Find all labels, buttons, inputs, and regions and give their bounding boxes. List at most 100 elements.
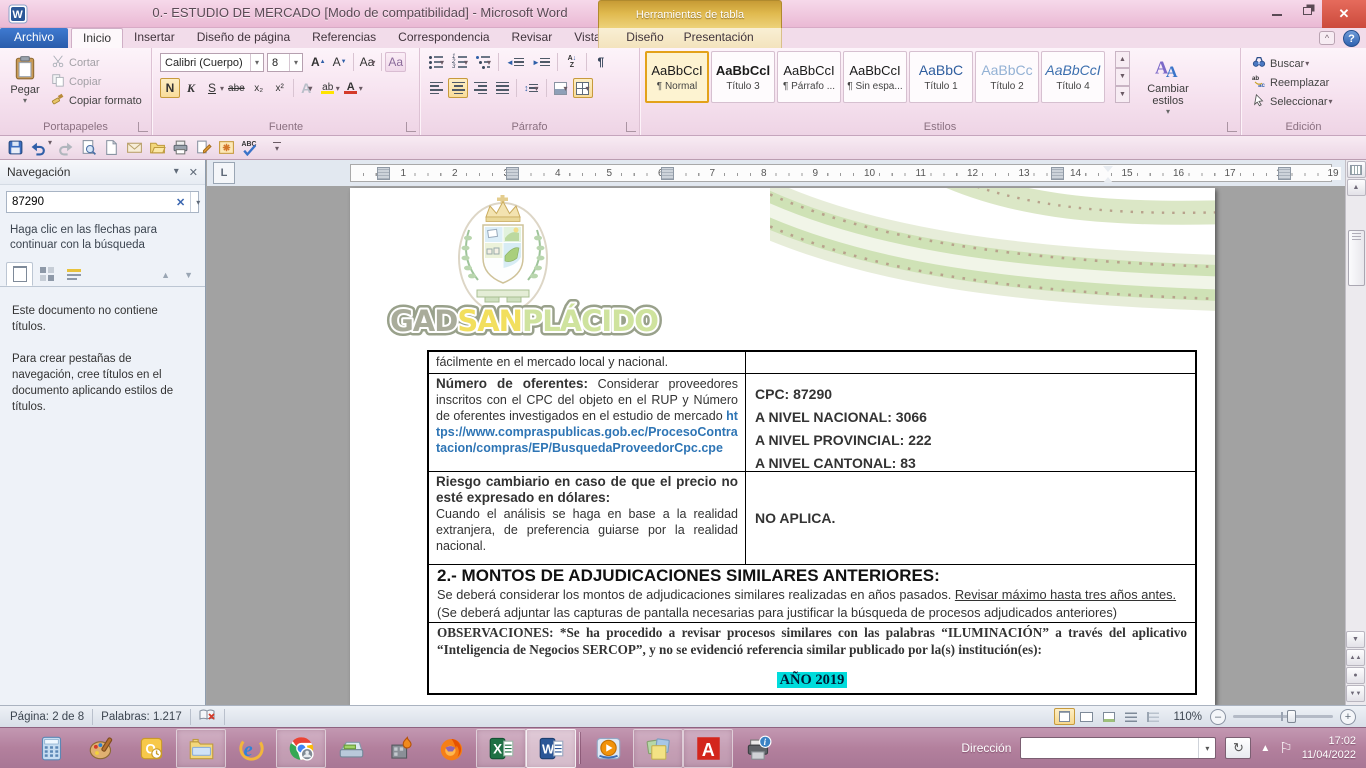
previous-page-button[interactable]: ▲▲ — [1346, 649, 1365, 666]
view-ruler-toggle-button[interactable] — [1347, 161, 1366, 178]
taskbar-internet-explorer-button[interactable]: e — [226, 729, 276, 768]
change-case-button[interactable]: Aa▾ — [357, 52, 379, 72]
web-layout-view-button[interactable] — [1098, 708, 1119, 725]
tab-diseno-de-pagina[interactable]: Diseño de página — [186, 28, 301, 48]
help-button[interactable]: ? — [1343, 30, 1360, 47]
change-styles-button[interactable]: AA Cambiar estilos ▾ — [1137, 51, 1199, 127]
indent-markers[interactable] — [1103, 166, 1113, 181]
cell-empty[interactable] — [746, 352, 1195, 373]
proofing-status-icon[interactable] — [199, 708, 216, 726]
sort-button[interactable]: A↓Z — [562, 52, 582, 72]
copy-button[interactable]: Copiar — [48, 72, 145, 91]
search-options-dropdown-icon[interactable]: ▾ — [190, 192, 205, 212]
cell-oferentes[interactable]: Número de oferentes: Considerar proveedo… — [429, 374, 746, 471]
close-button[interactable]: ✕ — [1322, 0, 1366, 28]
decrease-indent-button[interactable]: ◄ — [503, 52, 527, 72]
paste-button[interactable]: Pegar ▾ — [4, 51, 46, 127]
scrollbar-thumb[interactable] — [1348, 230, 1365, 286]
ruler-column-marker[interactable] — [506, 167, 519, 180]
subscript-button[interactable]: x₂ — [249, 78, 269, 98]
portapapeles-dialog-launcher[interactable] — [138, 122, 148, 132]
underline-dropdown-icon[interactable]: ▾ — [220, 84, 224, 93]
undo-button[interactable] — [28, 138, 48, 158]
print-preview-button[interactable] — [78, 138, 98, 158]
taskbar-sticky-notes-button[interactable] — [633, 729, 683, 768]
search-input[interactable] — [7, 196, 171, 208]
borders-button[interactable]: ▾ — [573, 78, 593, 98]
clear-search-icon[interactable]: ✕ — [171, 196, 190, 209]
scroll-down-button[interactable]: ▼ — [1346, 631, 1365, 648]
select-button[interactable]: Seleccionar ▾ — [1249, 92, 1336, 111]
document-page[interactable]: GADSANPLÁCIDO GADSANPLÁCIDO GADSANPLÁCID… — [350, 188, 1215, 705]
select-browse-object-button[interactable]: ● — [1346, 667, 1365, 684]
cut-button[interactable]: Cortar — [48, 53, 145, 72]
taskbar-excel-button[interactable]: X — [476, 729, 526, 768]
zoom-out-button[interactable]: – — [1210, 709, 1226, 725]
taskbar-calculator-button[interactable] — [26, 729, 76, 768]
numbering-button[interactable]: 123▾ — [449, 52, 471, 72]
tab-inicio[interactable]: Inicio — [71, 28, 123, 48]
italic-button[interactable]: K — [181, 78, 201, 98]
observaciones-row[interactable]: OBSERVACIONES: *Se ha procedido a revisa… — [429, 623, 1195, 693]
style-titulo-3[interactable]: AaBbCclTítulo 3 — [711, 51, 775, 103]
address-dropdown-icon[interactable]: ▾ — [1198, 738, 1215, 758]
save-button[interactable] — [5, 138, 25, 158]
cell-continuation[interactable]: fácilmente en el mercado local y naciona… — [429, 352, 746, 373]
undo-dropdown-icon[interactable]: ▾ — [48, 138, 52, 158]
justify-button[interactable] — [492, 78, 512, 98]
zoom-level[interactable]: 110% — [1173, 711, 1202, 723]
draft-view-button[interactable] — [1142, 708, 1163, 725]
styles-scroll-down[interactable]: ▼ — [1115, 68, 1130, 85]
address-combobox[interactable]: ▾ — [1020, 737, 1216, 759]
word-count[interactable]: Palabras: 1.217 — [101, 711, 182, 723]
line-spacing-button[interactable]: ↕▾ — [521, 78, 542, 98]
style-titulo-2[interactable]: AaBbCcTítulo 2 — [975, 51, 1039, 103]
next-result-button[interactable]: ▼ — [184, 270, 193, 280]
clear-formatting-button[interactable]: Aa — [385, 52, 406, 72]
zoom-in-button[interactable]: + — [1340, 709, 1356, 725]
new-document-button[interactable] — [101, 138, 121, 158]
multilevel-list-button[interactable]: ▾ — [473, 52, 494, 72]
minimize-button[interactable] — [1262, 0, 1292, 22]
tab-archivo[interactable]: Archivo — [0, 28, 68, 48]
strikethrough-button[interactable]: abe — [225, 78, 248, 98]
grow-font-button[interactable]: A▲ — [308, 52, 329, 72]
next-page-button[interactable]: ▼▼ — [1346, 685, 1365, 702]
edit-button[interactable] — [193, 138, 213, 158]
font-family-combobox[interactable]: Calibri (Cuerpo) ▾ — [160, 53, 264, 72]
underline-button[interactable]: S — [202, 78, 222, 98]
address-go-button[interactable]: ↻ — [1225, 737, 1251, 759]
print-button[interactable] — [170, 138, 190, 158]
style--normal[interactable]: AaBbCcI¶ Normal — [645, 51, 709, 103]
browse-headings-tab[interactable] — [6, 262, 33, 286]
font-size-combobox[interactable]: 8 ▾ — [267, 53, 303, 72]
shading-button[interactable]: ▾ — [551, 78, 571, 98]
taskbar-scanner-button[interactable] — [326, 729, 376, 768]
taskbar-chrome-button[interactable] — [276, 729, 326, 768]
navigation-search-box[interactable]: ✕ ▾ — [6, 191, 199, 213]
style-titulo-4[interactable]: AaBbCcITítulo 4 — [1041, 51, 1105, 103]
contextual-tab-group-header[interactable]: Herramientas de tabla — [598, 0, 782, 28]
parrafo-dialog-launcher[interactable] — [626, 122, 636, 132]
taskbar-clock[interactable]: 17:02 11/04/2022 — [1302, 734, 1356, 762]
ruler-column-marker[interactable] — [377, 167, 390, 180]
section2-row[interactable]: 2.- MONTOS DE ADJUDICACIONES SIMILARES A… — [429, 565, 1195, 623]
cell-riesgo[interactable]: Riesgo cambiario en caso de que el preci… — [429, 472, 746, 564]
highlight-dropdown-icon[interactable]: ▾ — [336, 84, 340, 93]
style--parrafo-[interactable]: AaBbCcI¶ Párrafo ... — [777, 51, 841, 103]
tab-correspondencia[interactable]: Correspondencia — [387, 28, 500, 48]
cell-cpc-data[interactable]: CPC: 87290 A NIVEL NACIONAL: 3066 A NIVE… — [746, 374, 1195, 471]
ruler-column-marker[interactable] — [1278, 167, 1291, 180]
styles-scroll-up[interactable]: ▲ — [1115, 51, 1130, 68]
align-left-button[interactable] — [426, 78, 446, 98]
taskbar-word-button[interactable]: W — [526, 729, 576, 768]
replace-button[interactable]: abac Reemplazar — [1249, 73, 1336, 92]
format-painter-button[interactable]: Copiar formato — [48, 91, 145, 110]
taskbar-acrobat-button[interactable]: A — [683, 729, 733, 768]
ruler-column-marker[interactable] — [661, 167, 674, 180]
bullets-button[interactable]: ▾ — [426, 52, 447, 72]
style-titulo-1[interactable]: AaBbCTítulo 1 — [909, 51, 973, 103]
find-button[interactable]: Buscar ▾ — [1249, 54, 1336, 73]
taskbar-printer-button[interactable]: i — [733, 729, 783, 768]
tab-referencias[interactable]: Referencias — [301, 28, 387, 48]
